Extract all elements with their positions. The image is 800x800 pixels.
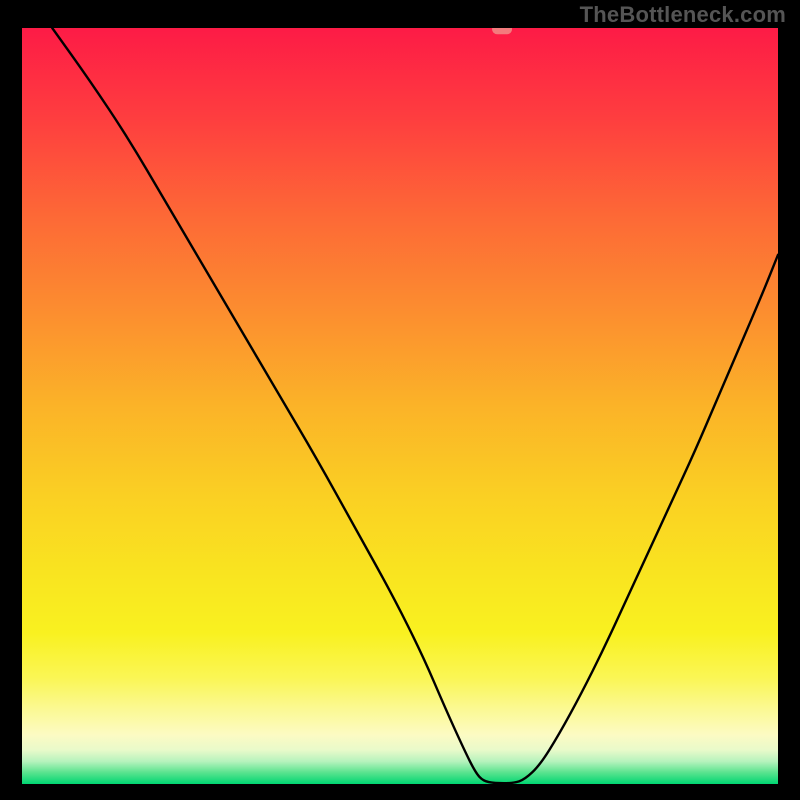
chart-plot-area	[22, 28, 778, 784]
chart-svg	[22, 28, 778, 784]
chart-stage: TheBottleneck.com	[0, 0, 800, 800]
watermark-label: TheBottleneck.com	[580, 2, 786, 28]
